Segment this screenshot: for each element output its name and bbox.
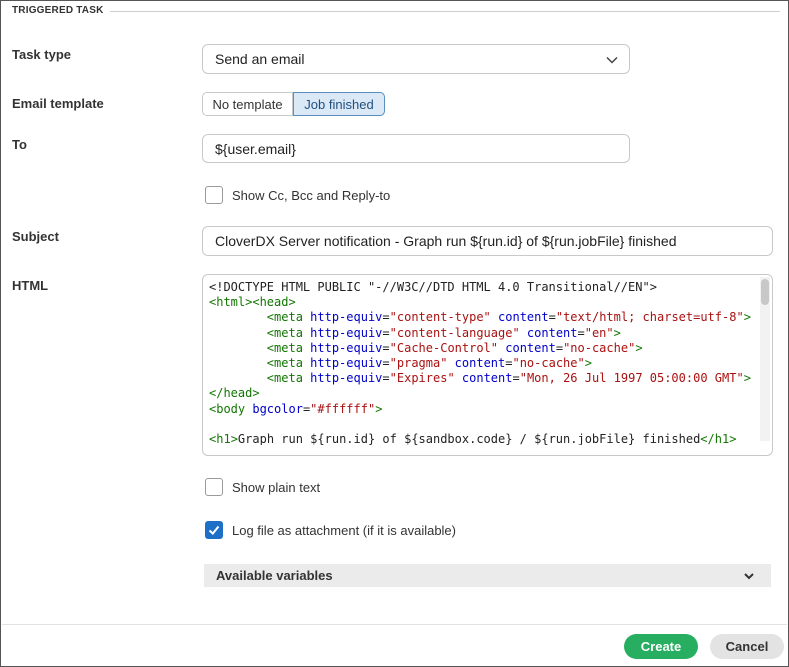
html-code-editor[interactable]: <!DOCTYPE HTML PUBLIC "-//W3C//DTD HTML …: [202, 274, 773, 456]
template-option-job-finished[interactable]: Job finished: [293, 92, 385, 116]
chevron-down-icon: [606, 56, 618, 64]
template-option-no-template[interactable]: No template: [202, 92, 293, 116]
section-title: TRIGGERED TASK: [12, 5, 110, 16]
log-attachment-checkbox[interactable]: [205, 521, 223, 539]
subject-value: CloverDX Server notification - Graph run…: [215, 233, 677, 249]
code-line: <meta http-equiv="Expires" content="Mon,…: [266, 371, 751, 386]
plain-text-checkbox[interactable]: [205, 478, 223, 496]
to-input[interactable]: ${user.email}: [202, 134, 630, 163]
show-cc-checkbox[interactable]: [205, 186, 223, 204]
code-line: <meta http-equiv="content-language" cont…: [266, 325, 621, 340]
show-cc-row: Show Cc, Bcc and Reply-to: [205, 186, 390, 204]
plain-text-row: Show plain text: [205, 478, 320, 496]
to-label: To: [12, 137, 27, 152]
footer-divider: [2, 624, 787, 625]
cancel-button[interactable]: Cancel: [710, 634, 784, 659]
code-line: <body bgcolor="#ffffff">: [209, 401, 383, 416]
to-value: ${user.email}: [215, 140, 296, 157]
subject-input[interactable]: CloverDX Server notification - Graph run…: [202, 226, 773, 256]
log-attachment-row: Log file as attachment (if it is availab…: [205, 521, 456, 539]
log-attachment-label: Log file as attachment (if it is availab…: [232, 522, 456, 538]
code-line: <!DOCTYPE HTML PUBLIC "-//W3C//DTD HTML …: [209, 280, 657, 294]
section-divider: [101, 11, 780, 12]
code-line: </head>: [209, 386, 260, 401]
plain-text-label: Show plain text: [232, 479, 321, 495]
code-line: <meta http-equiv="Cache-Control" content…: [266, 340, 643, 355]
editor-scrollbar-thumb[interactable]: [761, 279, 769, 305]
checkmark-icon: [208, 525, 220, 535]
html-code-content[interactable]: <!DOCTYPE HTML PUBLIC "-//W3C//DTD HTML …: [209, 280, 756, 445]
editor-scrollbar[interactable]: [760, 277, 770, 441]
email-template-label: Email template: [12, 96, 104, 111]
available-variables-accordion[interactable]: Available variables: [204, 564, 771, 587]
code-line: <h1>Graph run ${run.id} of ${sandbox.cod…: [209, 431, 737, 445]
task-type-select[interactable]: Send an email: [202, 44, 630, 74]
show-cc-label: Show Cc, Bcc and Reply-to: [232, 187, 391, 203]
triggered-task-form: TRIGGERED TASK Task type Send an email E…: [0, 0, 789, 667]
code-line: <meta http-equiv="content-type" content=…: [266, 310, 751, 325]
task-type-value: Send an email: [215, 51, 305, 67]
subject-label: Subject: [12, 229, 59, 244]
task-type-label: Task type: [12, 47, 72, 62]
chevron-down-icon: [744, 573, 754, 580]
available-variables-label: Available variables: [216, 568, 333, 583]
create-button[interactable]: Create: [624, 634, 698, 659]
html-label: HTML: [12, 278, 49, 293]
code-line: <meta http-equiv="pragma" content="no-ca…: [266, 355, 592, 370]
code-line: <html><head>: [209, 295, 296, 310]
